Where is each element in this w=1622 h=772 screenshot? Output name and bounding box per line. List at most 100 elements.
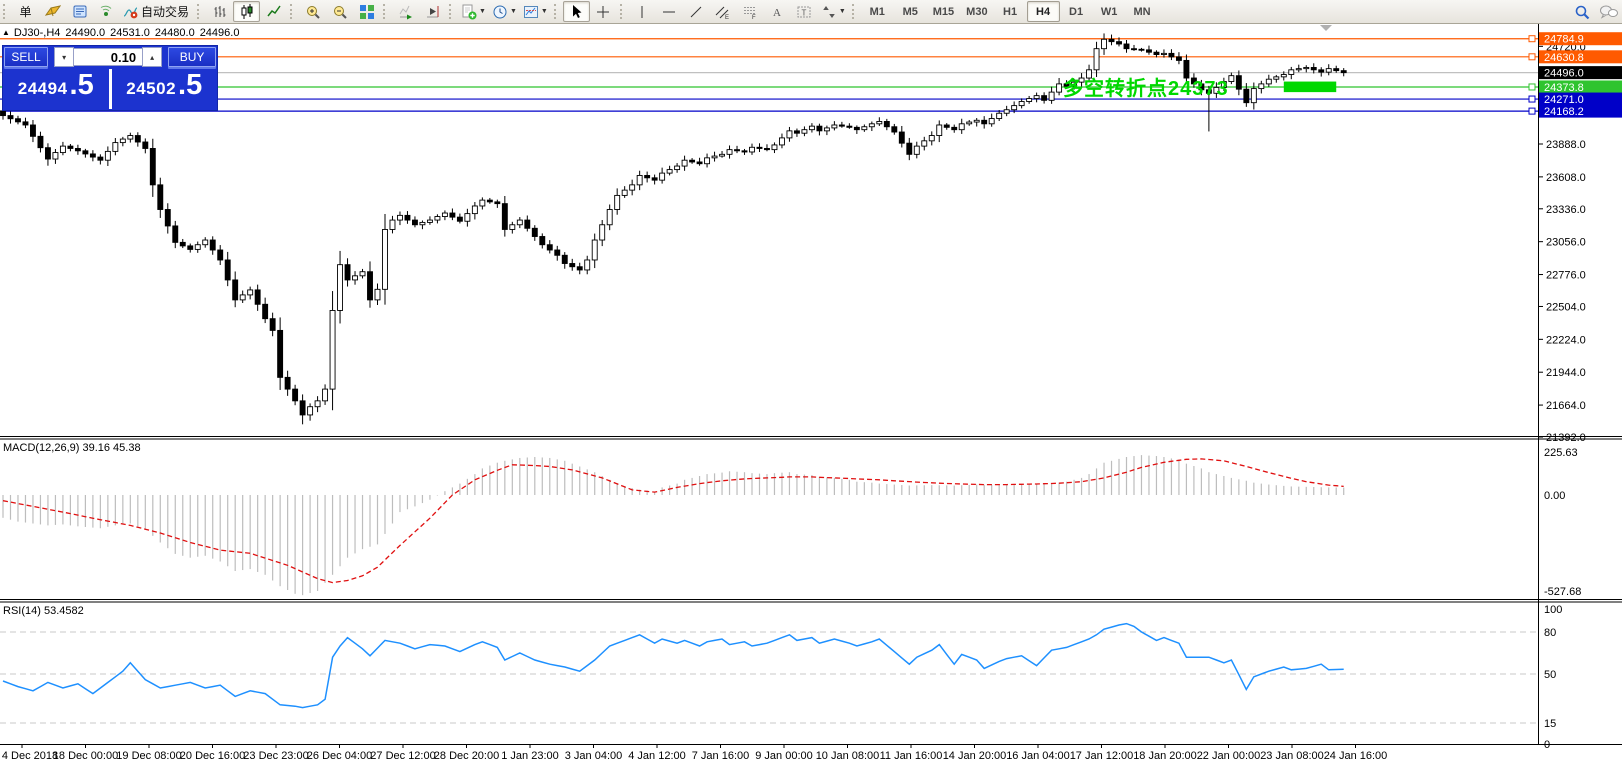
volume-increase-button[interactable]: ▴ [142,47,163,67]
svg-text:16 Jan 04:00: 16 Jan 04:00 [1006,750,1070,762]
turning-point-highlight[interactable] [1283,81,1337,93]
svg-text:26 Dec 04:00: 26 Dec 04:00 [307,750,372,762]
new-order-button[interactable]: 单 [12,1,39,22]
search-icon [1573,3,1591,21]
svg-text:19 Dec 08:00: 19 Dec 08:00 [116,750,181,762]
search-button[interactable] [1568,1,1595,22]
svg-text:21392.0: 21392.0 [1546,432,1586,444]
one-click-trading-panel: SELL ▾ ▴ BUY 24494 .5 24502 .5 [2,45,218,111]
equidistant-channel-icon: E [715,4,731,20]
cursor-icon [568,4,584,20]
market-watch-icon[interactable] [39,1,66,22]
dropdown-arrow-icon: ▼ [838,8,846,15]
svg-text:4 Jan 12:00: 4 Jan 12:00 [628,750,686,762]
macd-panel[interactable] [2,455,1345,596]
svg-text:50: 50 [1544,669,1556,681]
price-label-24168.2: 24168.2 [1539,104,1622,118]
zoom-in-button[interactable] [299,1,326,22]
turning-point-annotation: 多空转折点24373 [1063,78,1229,100]
tf-m30-button[interactable]: M30 [960,1,993,22]
tf-h4-button-label: H4 [1036,5,1051,18]
svg-text:24630.8: 24630.8 [1544,52,1584,64]
svg-text:15: 15 [1544,718,1556,730]
buy-button[interactable]: BUY [168,47,216,67]
macd-histogram [2,455,1345,596]
svg-text:24 Jan 16:00: 24 Jan 16:00 [1324,750,1388,762]
sell-price[interactable]: 24494 .5 [3,69,112,109]
price-label-24496.0: 24496.0 [1539,66,1622,80]
horizontal-line-button[interactable] [656,1,683,22]
chart-shift-button[interactable] [419,1,446,22]
tf-m1-button[interactable]: M1 [861,1,894,22]
bar-open: 24490.0 [65,27,106,39]
volume-input[interactable] [74,48,143,66]
sell-price-int: 24494 [17,79,68,98]
data-window-icon[interactable] [66,1,93,22]
svg-text:1 Jan 23:00: 1 Jan 23:00 [501,750,559,762]
sell-button[interactable]: SELL [4,47,49,67]
crosshair-button[interactable] [590,1,617,22]
svg-text:225.63: 225.63 [1544,447,1578,459]
svg-text:4 Dec 2018: 4 Dec 2018 [2,750,58,762]
tf-h1-button-label: H1 [1003,5,1018,18]
tf-h4-button[interactable]: H4 [1026,1,1060,22]
tile-windows-icon [359,4,375,20]
tf-h1-button[interactable]: H1 [994,1,1027,22]
svg-text:22776.0: 22776.0 [1546,270,1586,282]
toolbar-grip [3,4,8,19]
dropdown-arrow-icon: ▼ [540,8,548,15]
horizontal-line-objects[interactable] [0,38,1538,112]
toolbar-grip [197,4,202,19]
autotrading-button[interactable]: 自动交易 [120,1,194,22]
chart-shift-marker-icon[interactable] [1320,25,1332,31]
svg-text:23056.0: 23056.0 [1546,237,1586,249]
text-button[interactable]: A [764,1,791,22]
line-chart-button[interactable] [260,1,287,22]
horizontal-line-icon [661,4,677,20]
data-window-icon [72,4,88,20]
text-label-button[interactable]: T [791,1,818,22]
svg-text:11 Jan 16:00: 11 Jan 16:00 [880,750,943,762]
auto-scroll-button[interactable] [392,1,419,22]
cursor-button[interactable] [562,1,590,22]
signals-icon [99,4,115,20]
svg-text:28 Dec 20:00: 28 Dec 20:00 [434,750,499,762]
tf-d1-button[interactable]: D1 [1060,1,1093,22]
tf-m1-button-label: M1 [869,5,885,18]
trendline-button[interactable] [683,1,710,22]
svg-text:22224.0: 22224.0 [1546,334,1586,346]
tf-mn-button[interactable]: MN [1126,1,1159,22]
tile-windows-button[interactable] [353,1,380,22]
fibonacci-button[interactable]: F [737,1,764,22]
tf-w1-button-label: W1 [1100,5,1118,18]
candlestick-chart-button[interactable] [233,1,261,22]
indicators-button[interactable]: ▼ [458,1,489,22]
equidistant-channel-button[interactable]: E [710,1,737,22]
rsi-panel[interactable] [0,622,1538,724]
tf-m15-button[interactable]: M15 [927,1,960,22]
chat-button[interactable] [1595,1,1622,22]
bar-chart-icon [212,4,228,20]
chart-shift-icon [425,4,441,20]
volume-decrease-button[interactable]: ▾ [54,47,75,67]
vertical-line-button[interactable] [629,1,656,22]
time-axis[interactable]: 4 Dec 201818 Dec 00:0019 Dec 08:0020 Dec… [2,744,1387,762]
svg-text:100: 100 [1544,604,1562,616]
periods-button[interactable]: ▼ [489,1,520,22]
tf-m5-button[interactable]: M5 [894,1,927,22]
buy-price[interactable]: 24502 .5 [111,69,217,109]
svg-text:18 Jan 20:00: 18 Jan 20:00 [1133,750,1197,762]
tf-w1-button[interactable]: W1 [1093,1,1126,22]
arrow-tools-button[interactable]: ▼ [818,1,849,22]
chart-ohlc-info: ▲ DJ30-,H4 24490.0 24531.0 24480.0 24496.0 [2,27,244,39]
templates-button[interactable]: ▼ [520,1,551,22]
svg-text:23 Jan 08:00: 23 Jan 08:00 [1260,750,1324,762]
svg-text:14 Jan 20:00: 14 Jan 20:00 [943,750,1007,762]
rsi-line [2,622,1344,709]
zoom-out-button[interactable] [326,1,353,22]
periods-icon [492,4,508,20]
bar-chart-button[interactable] [206,1,233,22]
signals-icon[interactable] [93,1,120,22]
svg-text:T: T [802,8,807,17]
svg-text:F: F [752,15,756,20]
